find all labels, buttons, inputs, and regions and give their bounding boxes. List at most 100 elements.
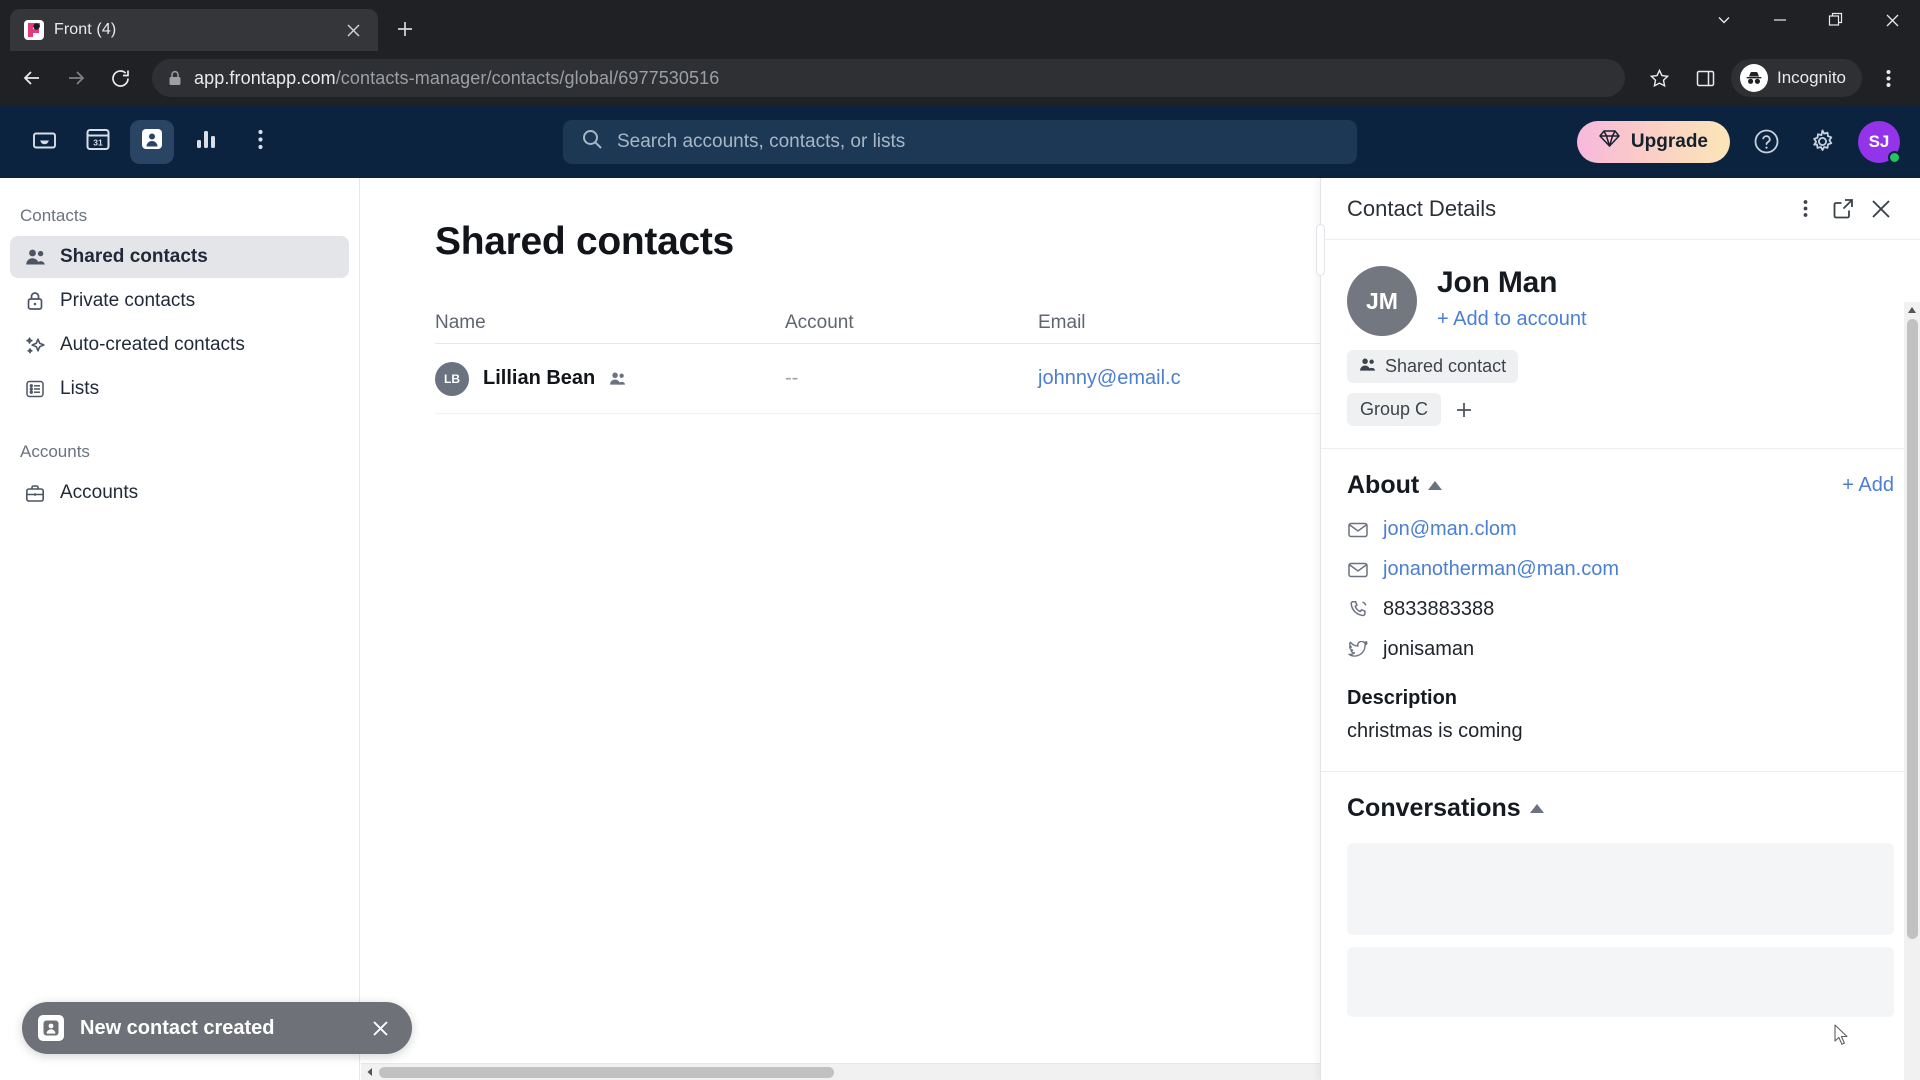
side-panel-icon[interactable] [1685, 58, 1725, 98]
incognito-label: Incognito [1777, 68, 1846, 87]
topnav-item-inbox[interactable] [22, 120, 66, 164]
topnav-item-contacts[interactable] [130, 119, 174, 164]
new-tab-button[interactable] [386, 10, 424, 48]
table-cell-name: LB Lillian Bean [435, 361, 785, 396]
calendar-icon: 31 [85, 126, 111, 157]
sidebar-item-label: Shared contacts [60, 246, 208, 267]
close-icon[interactable] [1862, 190, 1900, 228]
sidebar: Contacts Shared contacts Private contact… [0, 178, 360, 1080]
toast-message: New contact created [80, 1016, 275, 1039]
contact-badges: Shared contact [1321, 336, 1920, 383]
panel-scrollbar-thumb[interactable] [1906, 319, 1918, 939]
column-header-account[interactable]: Account [785, 312, 1038, 334]
contact-tags: Group C [1321, 383, 1920, 448]
incognito-indicator[interactable]: Incognito [1731, 59, 1862, 97]
maximize-button[interactable] [1808, 0, 1864, 40]
kebab-menu-icon [257, 129, 263, 155]
forward-button[interactable] [56, 58, 96, 98]
scroll-up-arrow-icon[interactable] [1908, 302, 1916, 318]
svg-text:31: 31 [93, 138, 103, 148]
avatar: LB [435, 361, 469, 396]
about-field-value[interactable]: jonanotherman@man.com [1383, 558, 1619, 581]
status-indicator [1888, 150, 1901, 164]
add-tag-button[interactable] [1449, 395, 1479, 425]
close-icon[interactable] [366, 1014, 394, 1042]
sidebar-item-auto-created-contacts[interactable]: Auto-created contacts [10, 324, 349, 366]
reload-button[interactable] [100, 58, 140, 98]
caret-up-icon[interactable] [1529, 804, 1544, 813]
tab-search-button[interactable] [1696, 0, 1752, 40]
conversations-section-title: Conversations [1347, 794, 1521, 822]
horizontal-scrollbar[interactable] [361, 1063, 1320, 1080]
panel-scrollbar[interactable] [1904, 302, 1920, 1080]
topnav-item-calendar[interactable]: 31 [76, 120, 120, 164]
column-header-name[interactable]: Name [435, 312, 785, 334]
sidebar-item-lists[interactable]: Lists [10, 368, 349, 410]
window-controls [1696, 0, 1920, 40]
conversations-section-title-wrap[interactable]: Conversations [1347, 794, 1894, 823]
help-circle-icon[interactable] [1746, 122, 1786, 162]
list-icon [24, 378, 46, 400]
url-domain: app.frontapp.com [194, 67, 336, 88]
page-title: Shared contacts [435, 220, 734, 263]
description-label: Description [1347, 687, 1458, 709]
tag-chip[interactable]: Group C [1347, 393, 1442, 426]
caret-up-icon[interactable] [1428, 481, 1443, 490]
column-header-email[interactable]: Email [1038, 312, 1320, 334]
contact-name: Lillian Bean [483, 367, 596, 389]
gear-icon[interactable] [1802, 122, 1842, 162]
address-bar[interactable]: app.frontapp.com/contacts-manager/contac… [152, 59, 1625, 97]
about-field-value[interactable]: jon@man.clom [1383, 518, 1517, 541]
table-cell-email[interactable]: johnny@email.c [1038, 367, 1320, 390]
sidebar-item-private-contacts[interactable]: Private contacts [10, 280, 349, 322]
about-field-twitter: jonisaman [1347, 638, 1894, 661]
contact-details-header: Contact Details [1321, 178, 1920, 240]
browser-titlebar: Front (4) [0, 0, 1920, 51]
upgrade-button[interactable]: Upgrade [1576, 120, 1730, 163]
global-search-input[interactable]: Search accounts, contacts, or lists [563, 119, 1357, 164]
external-link-icon[interactable] [1824, 190, 1862, 228]
sidebar-item-label: Private contacts [60, 290, 196, 311]
sidebar-item-shared-contacts[interactable]: Shared contacts [10, 236, 349, 278]
main-content: Shared contacts Name Account Email LB Li… [361, 178, 1320, 1080]
sidebar-item-accounts[interactable]: Accounts [10, 472, 349, 514]
url-path: /contacts-manager/contacts/global/697753… [335, 67, 720, 88]
description-value: christmas is coming [1347, 720, 1523, 742]
conversations-section-header: Conversations [1347, 794, 1894, 823]
contact-header: JM Jon Man + Add to account [1321, 240, 1920, 336]
incognito-icon [1740, 64, 1768, 92]
contact-details-panel: Contact Details JM Jon Man + Add to acco… [1316, 178, 1920, 1080]
about-add-button[interactable]: + Add [1842, 474, 1894, 497]
app-window: Front (4) app.frontapp.com/contacts-mana… [0, 0, 1920, 1080]
user-avatar[interactable]: SJ [1858, 120, 1901, 164]
briefcase-icon [24, 482, 46, 504]
contact-avatar: JM [1347, 266, 1417, 336]
kebab-menu-icon[interactable] [1786, 190, 1824, 228]
topnav-item-more[interactable] [238, 120, 282, 164]
topnav-item-analytics[interactable] [184, 120, 228, 164]
upgrade-button-label: Upgrade [1630, 130, 1708, 152]
minimize-button[interactable] [1752, 0, 1808, 40]
close-button[interactable] [1864, 0, 1920, 40]
contact-details-title: Contact Details [1347, 195, 1497, 221]
topnav-right-actions: Upgrade SJ [1576, 120, 1901, 164]
star-icon[interactable] [1639, 58, 1679, 98]
scroll-left-arrow-icon[interactable] [361, 1064, 378, 1080]
contact-card-icon [38, 1015, 64, 1041]
browser-tab-title: Front (4) [54, 21, 117, 38]
table-row[interactable]: LB Lillian Bean -- johnny@email.c [435, 344, 1320, 414]
conversation-placeholder [1347, 843, 1894, 935]
people-icon [609, 371, 626, 386]
about-field-value: 8833883388 [1383, 598, 1495, 620]
topnav-app-icons: 31 [0, 119, 282, 164]
lock-icon [168, 70, 182, 86]
browser-tab[interactable]: Front (4) [10, 9, 378, 51]
add-to-account-link[interactable]: + Add to account [1437, 308, 1587, 331]
about-section-title-wrap[interactable]: About [1347, 471, 1842, 500]
back-button[interactable] [12, 58, 52, 98]
contacts-icon [139, 126, 165, 157]
kebab-menu-icon[interactable] [1868, 58, 1908, 98]
horizontal-scrollbar-thumb[interactable] [379, 1066, 834, 1078]
close-icon[interactable] [340, 17, 366, 43]
mouse-cursor [1834, 1024, 1850, 1051]
